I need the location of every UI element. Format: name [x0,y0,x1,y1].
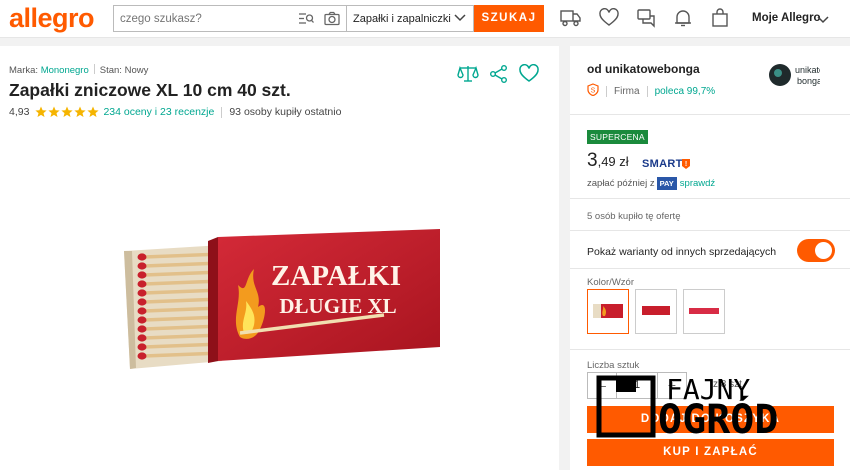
color-label: Kolor/Wzór [587,277,634,288]
color-swatch-1[interactable] [587,289,629,334]
seller-recommendation[interactable]: poleca 99,7% [655,86,716,97]
variants-toggle[interactable] [797,239,835,262]
smart-badge-icon: ! [680,157,692,175]
price-main: 3 [587,150,598,171]
seller-name[interactable]: od unikatowebonga [587,62,700,76]
my-account-label[interactable]: Moje Allegro [752,12,821,24]
product-image[interactable]: ZAPAŁKI DŁUGIE XL [122,229,444,377]
search-input[interactable] [120,10,300,28]
star-icon [48,106,61,117]
divider [570,198,850,199]
quantity-label: Liczba sztuk [587,360,640,371]
favorite-heart-icon[interactable] [519,63,539,89]
product-panel: Marka: Mononegro Stan: Nowy Zapałki znicz… [0,46,559,470]
search-history-icon[interactable] [298,11,314,31]
shopping-bag-icon[interactable] [710,8,730,33]
supercena-badge: SUPERCENA [587,130,648,144]
star-icon [87,106,100,117]
divider [570,349,850,350]
divider [570,268,850,269]
product-title: Zapałki zniczowe XL 10 cm 40 szt. [9,80,291,100]
buy-now-button[interactable]: KUP I ZAPŁAĆ [587,439,834,466]
condition-value: Nowy [124,65,149,76]
seller-info: S Firma poleca 99,7% [587,83,715,99]
box-text-line1: ZAPAŁKI [271,260,401,292]
category-select[interactable]: Zapałki i zapalniczki [347,5,474,32]
bought-recently: 93 osoby kupiły ostatnio [229,106,342,118]
svg-text:!: ! [685,161,687,168]
camera-icon[interactable] [324,11,340,31]
pay-later-link[interactable]: sprawdź [680,178,715,189]
bought-offer: 5 osób kupiło tę ofertę [587,211,681,222]
svg-text:S: S [591,88,596,95]
compare-icon[interactable] [457,64,479,89]
brand-link[interactable]: Mononegro [41,65,89,76]
color-swatch-2[interactable] [635,289,677,334]
chevron-down-icon [454,13,466,26]
rating-value: 4,93 [9,106,30,118]
heart-icon[interactable] [599,7,619,33]
seller-badge-icon: S [587,83,599,99]
pay-later-text: zapłać później z [587,178,655,189]
box-text-line2: DŁUGIE XL [279,294,396,318]
search-button[interactable]: SZUKAJ [474,5,544,32]
share-icon[interactable] [489,64,509,89]
smart-label: SMART [642,158,683,170]
category-value: Zapałki i zapalniczki [353,13,451,25]
seller-logo-text1: unikatowe [795,65,820,75]
top-header: allegro Zapałki i zapalniczki SZUKAJ Moj… [0,0,850,38]
star-icon [35,106,48,117]
rating-stars [35,106,100,118]
divider [570,230,850,231]
watermark-logo: FAJNY OGRÓD [596,373,778,440]
price-cents: ,49 zł [597,154,629,169]
star-icon [74,106,87,117]
divider [570,114,850,115]
bell-icon[interactable] [673,8,693,33]
rating-row: 4,93 234 oceny i 23 recenzje 93 osoby ku… [9,106,341,118]
condition-label: Stan: [99,65,122,76]
search-box[interactable] [113,5,347,32]
star-icon [61,106,74,117]
pay-later: zapłać później z PAY sprawdź [587,177,715,190]
product-meta: Marka: Mononegro Stan: Nowy [9,64,148,76]
watermark-line2: OGRÓD [658,395,778,440]
chat-icon[interactable] [636,8,656,33]
color-swatch-3[interactable] [683,289,725,334]
pay-badge: PAY [656,177,677,190]
reviews-link[interactable]: 234 oceny i 23 recenzje [103,106,214,118]
seller-logo[interactable]: unikatowe bonga [768,60,820,90]
allegro-logo[interactable]: allegro [9,3,95,34]
price: 3,49 zł [587,150,629,172]
brand-label: Marka: [9,65,39,76]
seller-type: Firma [614,85,640,97]
chevron-down-icon[interactable] [817,12,829,30]
seller-logo-text2: bonga [797,76,820,86]
variants-label: Pokaż warianty od innych sprzedających [587,246,777,258]
delivery-truck-icon[interactable] [560,8,582,33]
